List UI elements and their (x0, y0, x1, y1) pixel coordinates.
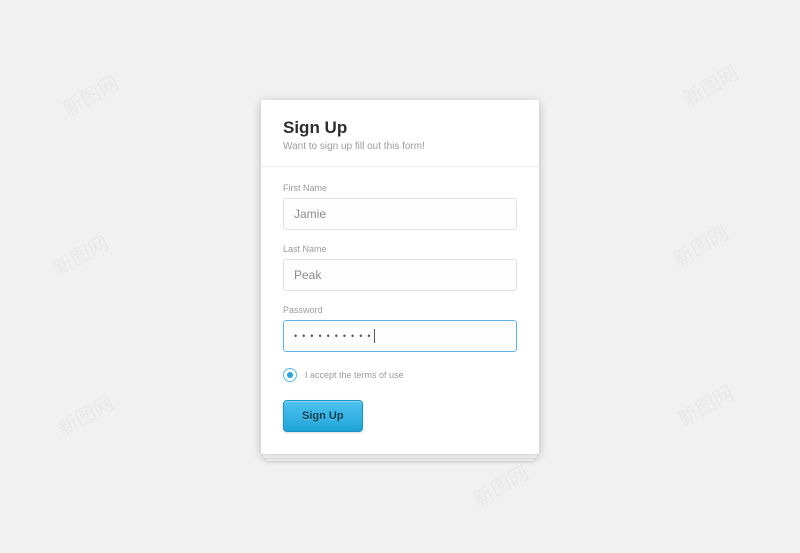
password-label: Password (283, 305, 517, 315)
watermark: 新图网 (57, 67, 123, 122)
terms-radio-dot (287, 372, 293, 378)
password-input[interactable]: •••••••••• (283, 320, 517, 352)
terms-row[interactable]: I accept the terms of use (283, 368, 517, 382)
first-name-field: First Name (283, 183, 517, 230)
watermark: 新图网 (667, 217, 733, 272)
password-field: Password •••••••••• (283, 305, 517, 352)
last-name-field: Last Name (283, 244, 517, 291)
signup-card-stack: Sign Up Want to sign up fill out this fo… (261, 100, 539, 454)
card-subtitle: Want to sign up fill out this form! (283, 141, 517, 152)
terms-radio[interactable] (283, 368, 297, 382)
first-name-label: First Name (283, 183, 517, 193)
card-header: Sign Up Want to sign up fill out this fo… (261, 100, 539, 167)
watermark: 新图网 (677, 57, 743, 112)
card-body: First Name Last Name Password ••••••••••… (261, 167, 539, 454)
password-mask: •••••••••• (294, 331, 376, 341)
signup-card: Sign Up Want to sign up fill out this fo… (261, 100, 539, 454)
terms-label: I accept the terms of use (305, 370, 404, 380)
card-title: Sign Up (283, 118, 517, 138)
last-name-input[interactable] (283, 259, 517, 291)
signup-button[interactable]: Sign Up (283, 400, 363, 432)
watermark: 新图网 (467, 457, 533, 512)
last-name-label: Last Name (283, 244, 517, 254)
first-name-input[interactable] (283, 198, 517, 230)
watermark: 新图网 (47, 227, 113, 282)
text-cursor (374, 329, 375, 343)
watermark: 新图网 (52, 387, 118, 442)
watermark: 新图网 (672, 377, 738, 432)
